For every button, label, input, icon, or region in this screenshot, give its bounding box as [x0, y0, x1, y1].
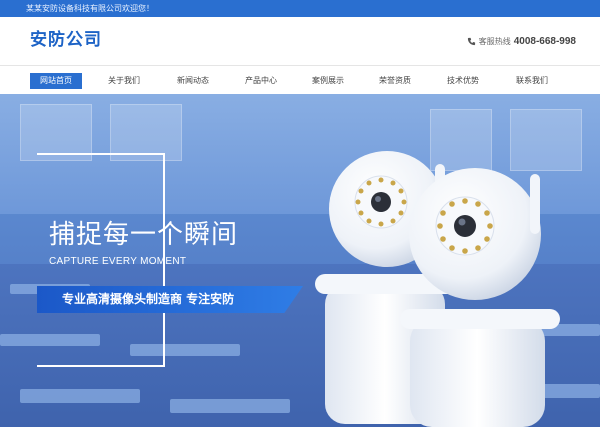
site-logo[interactable]: 安防公司 — [30, 29, 102, 51]
banner-subline: CAPTURE EVERY MOMENT — [49, 256, 187, 267]
nav-item-home[interactable]: 网站首页 — [30, 73, 82, 89]
hotline-label: 客服热线 — [478, 36, 511, 46]
nav-item-contact[interactable]: 联系我们 — [506, 73, 558, 89]
desk — [20, 389, 140, 403]
header: 安防公司 客服热线 4008-668-998 — [0, 17, 600, 66]
phone-icon — [467, 37, 475, 45]
slogan-text: 专业高清摄像头制造商 专注安防 — [62, 292, 235, 306]
hotline: 客服热线 4008-668-998 — [467, 34, 576, 48]
banner-headline: 捕捉每一个瞬间 — [49, 220, 239, 250]
main-nav: 网站首页 关于我们 新闻动态 产品中心 案例展示 荣誉资质 技术优势 联系我们 — [0, 66, 600, 93]
desk — [170, 399, 290, 413]
security-cameras-image — [315, 151, 560, 427]
hero-banner[interactable]: 捕捉每一个瞬间 CAPTURE EVERY MOMENT 专业高清摄像头制造商 … — [0, 94, 600, 427]
hotline-number: 4008-668-998 — [513, 35, 576, 47]
top-bar: 某某安防设备科技有限公司欢迎您！ — [0, 0, 600, 17]
welcome-text: 某某安防设备科技有限公司欢迎您！ — [26, 4, 154, 13]
nav-item-technology[interactable]: 技术优势 — [437, 73, 489, 89]
nav-item-honors[interactable]: 荣誉资质 — [369, 73, 421, 89]
nav-item-cases[interactable]: 案例展示 — [302, 73, 354, 89]
nav-item-about[interactable]: 关于我们 — [98, 73, 150, 89]
nav-item-products[interactable]: 产品中心 — [235, 73, 287, 89]
nav-item-news[interactable]: 新闻动态 — [167, 73, 219, 89]
banner-slogan: 专业高清摄像头制造商 专注安防 — [37, 286, 303, 313]
